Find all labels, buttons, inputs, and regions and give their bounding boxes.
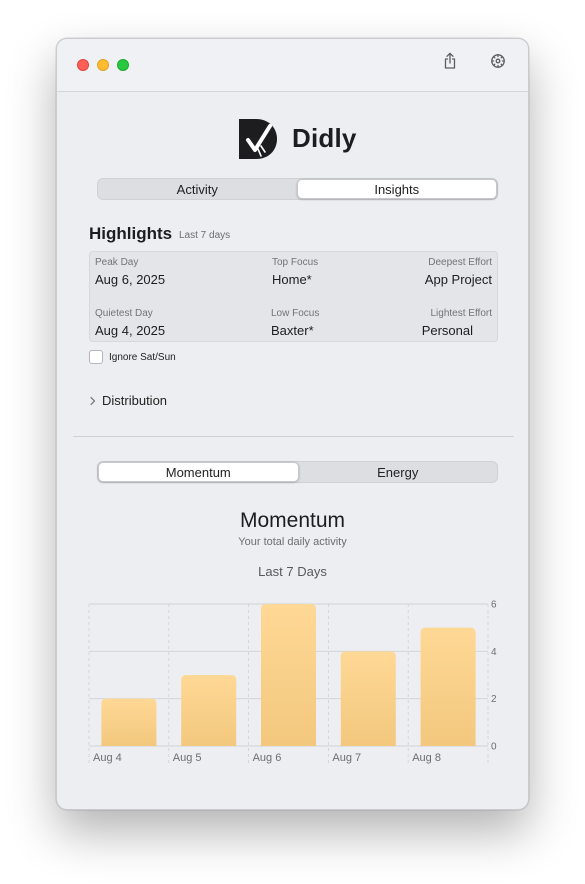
low-focus-value: Baxter* — [271, 323, 314, 338]
top-focus-label: Top Focus — [272, 257, 319, 268]
chart-y-tick-label: 4 — [491, 647, 497, 658]
ignore-weekends-checkbox[interactable] — [89, 350, 103, 364]
minimize-window-button[interactable] — [97, 59, 109, 71]
low-focus-label: Low Focus — [271, 308, 320, 319]
momentum-bar-chart: 0 2 4 6 Aug 4 Aug 5 Aug 6 Aug 7 Aug 8 — [88, 600, 497, 764]
close-window-button[interactable] — [77, 59, 89, 71]
chart-y-tick-label: 6 — [491, 600, 497, 611]
chart-y-tick-label: 0 — [491, 742, 497, 753]
app-title: Didly — [292, 123, 357, 153]
share-icon[interactable] — [439, 50, 461, 72]
chart-title: Momentum — [239, 509, 346, 532]
didly-logo-icon — [239, 119, 277, 159]
zoom-window-button[interactable] — [117, 59, 129, 71]
chart-bar — [420, 627, 476, 746]
app-window: Didly Activity Insights Highlights Last … — [56, 38, 529, 810]
chart-bar — [101, 698, 157, 746]
lightest-effort-label: Lightest Effort — [430, 308, 492, 319]
peak-day-label: Peak Day — [95, 257, 139, 268]
quietest-day-value: Aug 4, 2025 — [95, 323, 166, 338]
distribution-label: Distribution — [102, 393, 168, 408]
distribution-disclosure[interactable]: Distribution — [89, 393, 167, 408]
chart-range-label: Last 7 Days — [258, 564, 327, 579]
gear-icon[interactable] — [487, 50, 509, 72]
chart-x-tick-label: Aug 5 — [173, 752, 202, 764]
tab-insights[interactable]: Insights — [296, 179, 497, 199]
tab-momentum[interactable]: Momentum — [98, 462, 299, 482]
highlights-stats-panel: Peak Day Aug 6, 2025 Top Focus Home* Dee… — [89, 251, 498, 342]
chart-bar — [181, 675, 237, 746]
highlights-period: Last 7 days — [179, 230, 231, 241]
chart-x-tick-label: Aug 6 — [253, 752, 282, 764]
peak-day-value: Aug 6, 2025 — [95, 272, 166, 287]
chart-x-tick-label: Aug 4 — [93, 752, 122, 764]
quietest-day-label: Quietest Day — [95, 308, 153, 319]
chart-x-tick-label: Aug 8 — [412, 752, 441, 764]
chart-x-tick-label: Aug 7 — [332, 752, 361, 764]
top-focus-value: Home* — [272, 272, 312, 287]
chart-bar — [261, 604, 316, 746]
tab-energy[interactable]: Energy — [299, 462, 498, 482]
lightest-effort-value: Personal — [421, 323, 473, 338]
chart-bar — [340, 651, 396, 746]
ignore-weekends-option[interactable]: Ignore Sat/Sun — [89, 350, 176, 364]
section-divider — [73, 436, 514, 437]
chart-tab-control: Momentum Energy — [97, 461, 498, 483]
deepest-effort-label: Deepest Effort — [428, 257, 492, 268]
main-tab-control: Activity Insights — [97, 178, 498, 200]
ignore-weekends-label: Ignore Sat/Sun — [109, 351, 176, 363]
deepest-effort-value: App Project — [424, 272, 492, 287]
chart-y-tick-label: 2 — [491, 694, 497, 705]
highlights-heading: Highlights — [89, 224, 173, 243]
tab-activity[interactable]: Activity — [98, 179, 297, 199]
titlebar — [57, 39, 528, 92]
chevron-right-icon — [90, 396, 96, 405]
chart-subtitle: Your total daily activity — [238, 536, 347, 548]
